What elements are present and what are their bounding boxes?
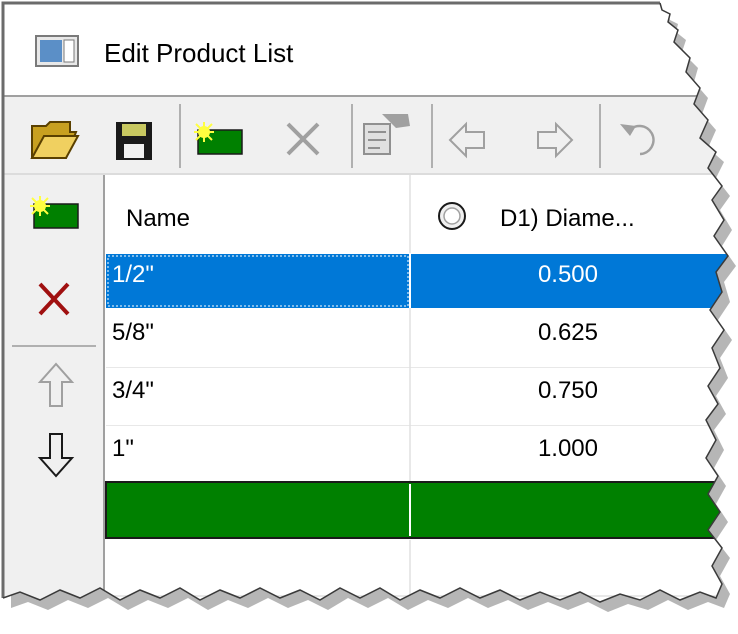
window: Edit Product List Name D1) Diame... 1/2"…: [0, 0, 738, 602]
product-grid: Name D1) Diame... 1/2" 0.500 5/8" 0.625 …: [105, 175, 738, 602]
window-title: Edit Product List: [104, 38, 294, 68]
title-bar[interactable]: Edit Product List: [0, 0, 738, 96]
screenshot-canvas: Edit Product List Name D1) Diame... 1/2"…: [0, 0, 738, 612]
new-row-placeholder[interactable]: [105, 481, 738, 539]
cell-name[interactable]: 1": [112, 435, 134, 462]
table-row[interactable]: 3/4" 0.750: [106, 368, 738, 427]
save-button[interactable]: [116, 122, 152, 160]
column-header-name[interactable]: Name: [126, 205, 190, 232]
cell-diameter[interactable]: 0.500: [538, 261, 598, 288]
table-row[interactable]: 1/2" 0.500: [106, 254, 738, 308]
main-toolbar: [3, 97, 728, 175]
grid-header: Name D1) Diame...: [106, 175, 728, 253]
side-toolbar: [3, 175, 105, 602]
cell-diameter[interactable]: 1.000: [538, 435, 598, 462]
table-row[interactable]: 1" 1.000: [106, 426, 738, 482]
cell-name[interactable]: 5/8": [112, 319, 154, 346]
column-header-diameter[interactable]: D1) Diame...: [500, 205, 635, 232]
table-row[interactable]: 5/8" 0.625: [106, 308, 738, 369]
floppy-disk-icon: [116, 122, 152, 160]
cell-diameter[interactable]: 0.625: [538, 319, 598, 346]
cell-diameter[interactable]: 0.750: [538, 377, 598, 404]
cell-name[interactable]: 3/4": [112, 377, 154, 404]
cell-name[interactable]: 1/2": [112, 261, 154, 288]
circle-diameter-icon: [438, 202, 466, 230]
window-app-icon: [35, 35, 79, 67]
